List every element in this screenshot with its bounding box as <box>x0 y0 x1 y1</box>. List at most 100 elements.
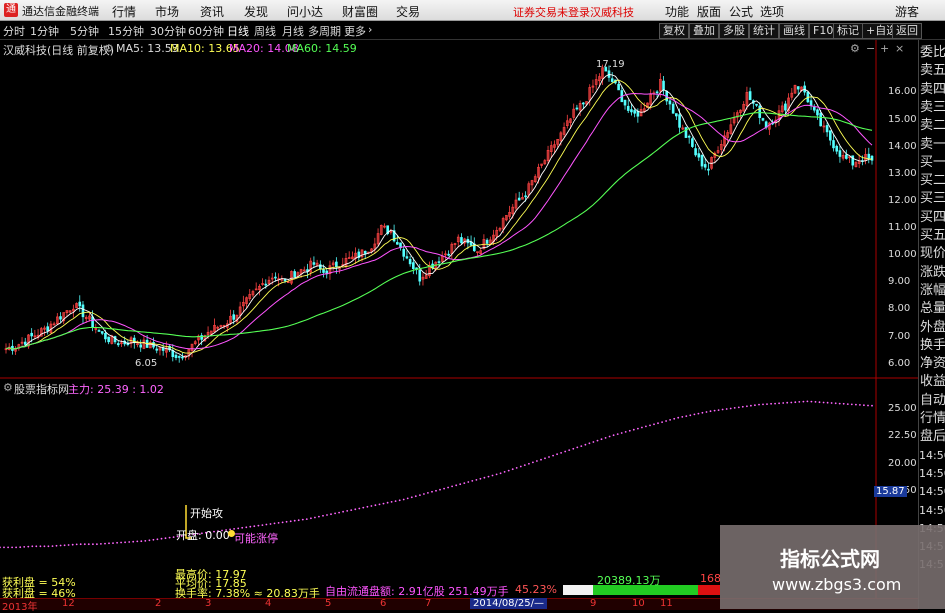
diejia-button[interactable]: 叠加 <box>689 23 719 39</box>
side-panel-item: 现价 <box>920 246 945 262</box>
menu-jiaoyi[interactable]: 交易 <box>396 3 420 20</box>
indicator-point <box>423 493 425 495</box>
period-30min[interactable]: 30分钟 <box>150 23 186 39</box>
indicator-point <box>536 460 538 462</box>
indicator-point <box>354 508 357 511</box>
chevron-right-icon[interactable]: › <box>368 23 372 36</box>
y-tick: 11.00 <box>888 222 917 233</box>
indicator-point <box>802 400 805 403</box>
indicator-point <box>27 545 30 548</box>
chart-settings-icon[interactable]: ⚙ <box>850 42 860 55</box>
indicator-point <box>725 408 728 410</box>
side-panel-item: 盘后 <box>920 429 945 445</box>
menu-xuanxiang[interactable]: 选项 <box>760 3 784 20</box>
period-daily[interactable]: 日线 <box>227 23 249 39</box>
candle-body <box>177 356 181 358</box>
menu-gongneng[interactable]: 功能 <box>665 3 689 20</box>
side-panel-item: 委比 <box>920 45 945 60</box>
y-tick: 7.00 <box>888 331 911 342</box>
menu-zixun[interactable]: 资讯 <box>200 3 224 20</box>
period-5min[interactable]: 5分钟 <box>70 23 99 39</box>
indicator-settings-icon[interactable]: ⚙ <box>3 381 13 394</box>
biaoji-button[interactable]: 标记 <box>833 23 863 39</box>
indicator-point <box>863 404 865 407</box>
indicator-point <box>96 543 98 546</box>
indicator-point <box>588 442 591 445</box>
side-panel-item: 14:50 <box>919 503 945 517</box>
period-1min[interactable]: 1分钟 <box>30 23 59 39</box>
candle-body <box>59 316 62 320</box>
indicator-point <box>394 500 397 502</box>
indicator-point <box>435 489 437 492</box>
indicator-point <box>314 516 316 519</box>
candle-body <box>405 256 409 259</box>
period-monthly[interactable]: 月线 <box>282 23 304 39</box>
candle-body <box>707 168 710 171</box>
period-multi[interactable]: 多周期 <box>308 23 341 39</box>
menu-wenxiaoda[interactable]: 问小达 <box>287 3 323 20</box>
tongji-button[interactable]: 统计 <box>749 23 779 39</box>
watermark-url: www.zbgs3.com <box>772 575 902 594</box>
candle-body <box>617 83 620 91</box>
menu-caifuquan[interactable]: 财富圈 <box>342 3 378 20</box>
time-tick: 2 <box>155 598 162 609</box>
indicator-point <box>132 540 135 543</box>
indicator-point <box>750 404 752 407</box>
settings-icon[interactable]: ⚙ <box>104 42 114 55</box>
back-button[interactable]: 返回 <box>892 23 922 39</box>
indicator-point <box>55 544 58 547</box>
indicator-point <box>778 402 780 405</box>
period-15min[interactable]: 15分钟 <box>108 23 144 39</box>
indicator-point <box>3 546 5 549</box>
indicator-point <box>467 481 470 483</box>
indicator-point <box>576 446 579 449</box>
indicator-point <box>378 503 381 506</box>
close-icon[interactable]: × <box>895 42 904 55</box>
time-tick: 10 <box>632 598 645 609</box>
huaxian-button[interactable]: 画线 <box>779 23 809 39</box>
indicator-point <box>737 406 740 409</box>
candle-body <box>412 262 415 270</box>
indicator-point <box>782 402 785 404</box>
indicator-point <box>402 498 405 501</box>
duogu-button[interactable]: 多股 <box>719 23 749 39</box>
menu-shichang[interactable]: 市场 <box>155 3 179 20</box>
candle-body <box>418 269 422 282</box>
fuquan-button[interactable]: 复权 <box>659 23 689 39</box>
candle-body <box>684 127 688 138</box>
menu-hangqing[interactable]: 行情 <box>112 3 136 20</box>
zoom-out-icon[interactable]: − <box>866 42 875 55</box>
zoom-in-icon[interactable]: + <box>880 42 889 55</box>
indicator-point <box>322 514 324 517</box>
indicator-point <box>826 401 829 404</box>
side-panel-item: 卖一 <box>920 136 945 152</box>
chart-canvas[interactable] <box>0 40 918 598</box>
login-notice[interactable]: 证券交易未登录 <box>513 4 590 20</box>
period-weekly[interactable]: 周线 <box>254 23 276 39</box>
candle-body <box>161 347 165 351</box>
indicator-point <box>709 410 712 413</box>
indicator-point <box>729 407 732 410</box>
side-panel-item: 卖五 <box>920 63 945 79</box>
indicator-point <box>249 525 252 528</box>
menu-banmian[interactable]: 版面 <box>697 3 721 20</box>
period-fenshi[interactable]: 分时 <box>3 23 25 39</box>
pct-label: 45.23% <box>515 583 557 596</box>
side-panel-item: 总量 <box>920 301 945 317</box>
period-60min[interactable]: 60分钟 <box>188 23 224 39</box>
menu-gongshi[interactable]: 公式 <box>729 3 753 20</box>
candle-body <box>155 348 159 351</box>
indicator-point <box>310 517 312 520</box>
indicator-point <box>657 422 659 425</box>
indicator-point <box>281 521 284 524</box>
indicator-point <box>273 522 276 525</box>
candle-body <box>678 114 681 128</box>
candle-body <box>582 102 585 105</box>
indicator-point <box>528 462 530 465</box>
candle-body <box>81 304 85 318</box>
indicator-point <box>838 402 841 405</box>
indicator-point <box>604 437 607 439</box>
guest-label[interactable]: 游客 <box>895 3 919 20</box>
menu-faxian[interactable]: 发现 <box>244 3 268 20</box>
period-more[interactable]: 更多 <box>344 23 366 39</box>
